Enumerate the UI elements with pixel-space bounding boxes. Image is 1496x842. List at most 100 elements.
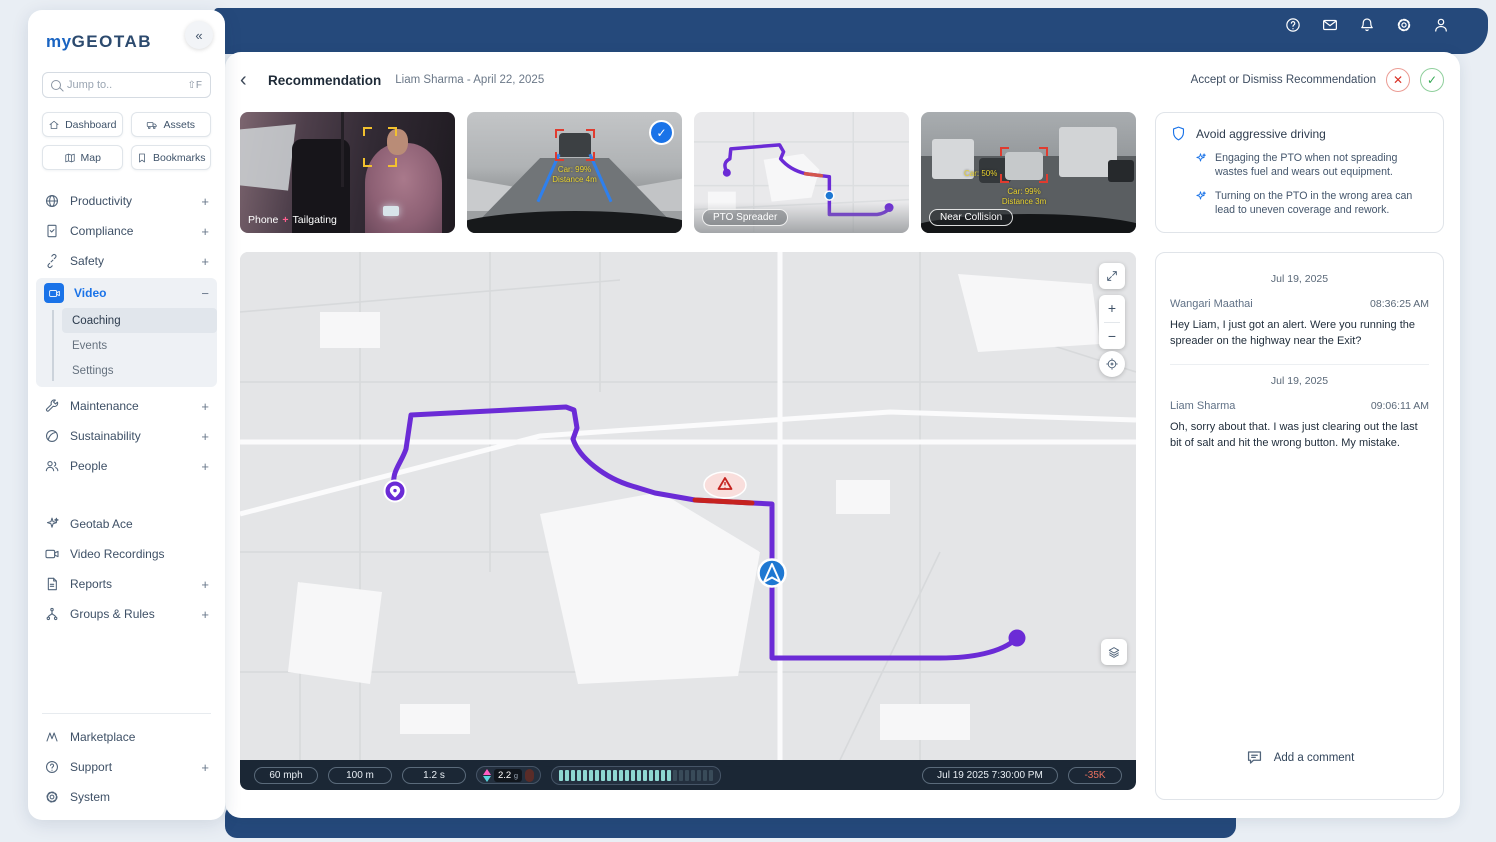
sidebar-item-reports[interactable]: Reports + [36,569,217,599]
map-locate-button[interactable] [1099,351,1125,377]
sidebar-item-sustainability[interactable]: Sustainability + [36,421,217,451]
car-detection-box [555,129,595,161]
sidebar-collapse-button[interactable]: « [185,21,213,49]
timestamp-readout[interactable]: Jul 19 2025 7:30:00 PM [922,767,1058,784]
sidebar-item-maintenance[interactable]: Maintenance + [36,391,217,421]
message-time: 08:36:25 AM [1370,298,1429,310]
collapse-minus-icon[interactable]: − [201,286,209,301]
check-icon: ✓ [656,126,666,140]
sidebar-item-groups-rules[interactable]: Groups & Rules + [36,599,217,629]
mail-icon[interactable] [1321,16,1339,34]
telemetry-bar: 60 mph 100 m 1.2 s 2.2 g Jul 19 2025 7:3… [240,760,1136,790]
exception-warning-marker[interactable] [704,472,746,498]
gforce-gauge: 2.2 g [476,766,541,784]
target-icon [1105,357,1119,371]
bookmark-icon [136,152,148,164]
zoom-out-button[interactable]: − [1099,323,1125,350]
notifications-bell-icon[interactable] [1358,16,1376,34]
telemetry-segments[interactable] [551,766,721,785]
shield-icon [1170,125,1187,142]
map-fullscreen-button[interactable] [1099,263,1125,289]
layers-icon [1107,645,1121,659]
search-input[interactable]: Jump to.. ⇧F [42,72,211,98]
map-icon [64,152,76,164]
thumbnail-road-view-selected[interactable]: Car: 99% Distance 4m ✓ [467,112,682,233]
thumbnail-label: PTO Spreader [702,209,788,226]
car-detection-box [1000,147,1048,183]
expand-plus-icon[interactable]: + [201,459,209,474]
settings-gear-icon[interactable] [1395,16,1413,34]
sidebar-item-productivity[interactable]: Productivity + [36,186,217,216]
dashboard-button[interactable]: Dashboard [42,112,123,137]
report-document-icon [44,576,60,592]
expand-plus-icon[interactable]: + [201,254,209,269]
route-start-marker[interactable] [385,481,406,502]
driver-phone [383,206,399,216]
arrow-up-icon [483,769,491,775]
dashboard-silhouette [467,211,682,233]
detection-label: Car: 99% Distance 4m [545,165,605,185]
plus-separator: + [282,214,288,226]
thumbnail-near-collision[interactable]: Car: 50% Car: 99% Distance 3m Near Colli… [921,112,1136,233]
thumbnail-label: Phone + Tailgating [248,214,337,226]
distance-readout: 100 m [328,767,392,784]
sidebar-item-settings[interactable]: Settings [62,358,217,383]
expand-plus-icon[interactable]: + [201,399,209,414]
back-button[interactable]: ‹ [240,70,264,90]
expand-plus-icon[interactable]: + [201,577,209,592]
thumbnail-label: Near Collision [929,209,1013,226]
search-icon [51,80,61,90]
topbar-icon-row [1284,16,1450,34]
message-divider [1170,364,1429,365]
account-person-icon[interactable] [1432,16,1450,34]
sidebar-item-coaching[interactable]: Coaching [62,308,217,333]
sidebar-item-compliance[interactable]: Compliance + [36,216,217,246]
trip-map: + − 60 mph 100 m 1.2 s 2 [240,252,1136,790]
vehicle-position-marker[interactable] [759,560,786,587]
sidebar-item-support[interactable]: Support + [36,752,217,782]
sidebar-item-video-recordings[interactable]: Video Recordings [36,539,217,569]
gear-icon [44,789,60,805]
gforce-value: 2.2 [498,770,511,781]
sidebar-item-marketplace[interactable]: Marketplace [36,722,217,752]
arrow-down-icon [483,776,491,782]
sparkle-icon [44,516,60,532]
map-button[interactable]: Map [42,145,123,170]
thumbnail-pto-spreader-map[interactable]: PTO Spreader [694,112,909,233]
route-exception-segment [695,500,752,503]
sidebar-item-events[interactable]: Events [62,333,217,358]
sidebar-item-safety[interactable]: Safety + [36,246,217,276]
accept-button[interactable]: ✓ [1420,68,1444,92]
route-end-marker[interactable] [1009,630,1026,647]
map-canvas[interactable] [240,252,1136,760]
expand-plus-icon[interactable]: + [201,224,209,239]
recommendation-bullet: Turning on the PTO in the wrong area can… [1170,189,1429,218]
expand-plus-icon[interactable]: + [201,194,209,209]
sidebar-item-people[interactable]: People + [36,451,217,481]
map-layers-button[interactable] [1101,639,1127,665]
comment-icon [1245,748,1264,767]
message-author: Liam Sharma [1170,400,1235,412]
expand-plus-icon[interactable]: + [201,607,209,622]
face-detection-box [363,127,397,167]
comments-panel: Jul 19, 2025 Wangari Maathai 08:36:25 AM… [1155,252,1444,800]
expand-plus-icon[interactable]: + [201,760,209,775]
selected-check-badge: ✓ [649,120,674,145]
help-icon[interactable] [1284,16,1302,34]
assets-button[interactable]: Assets [131,112,212,137]
sidebar-item-geotab-ace[interactable]: Geotab Ace [36,509,217,539]
thumbnail-phone-tailgating[interactable]: Phone + Tailgating [240,112,455,233]
sidebar-item-video[interactable]: Video − [36,278,217,308]
message-text: Hey Liam, I just got an alert. Were you … [1170,318,1429,350]
bookmarks-button[interactable]: Bookmarks [131,145,212,170]
sidebar-item-system[interactable]: System [36,782,217,812]
recommendation-title: Avoid aggressive driving [1196,127,1326,141]
dismiss-button[interactable]: ✕ [1386,68,1410,92]
message-time: 09:06:11 AM [1371,400,1429,412]
zoom-in-button[interactable]: + [1099,295,1125,322]
add-comment-button[interactable]: Add a comment [1156,748,1443,767]
main-content-card: ‹ Recommendation Liam Sharma - April 22,… [225,52,1460,818]
expand-plus-icon[interactable]: + [201,429,209,444]
altitude-delta-readout: -35K [1068,767,1122,784]
sidebar-group-video: Video − Coaching Events Settings [36,278,217,387]
